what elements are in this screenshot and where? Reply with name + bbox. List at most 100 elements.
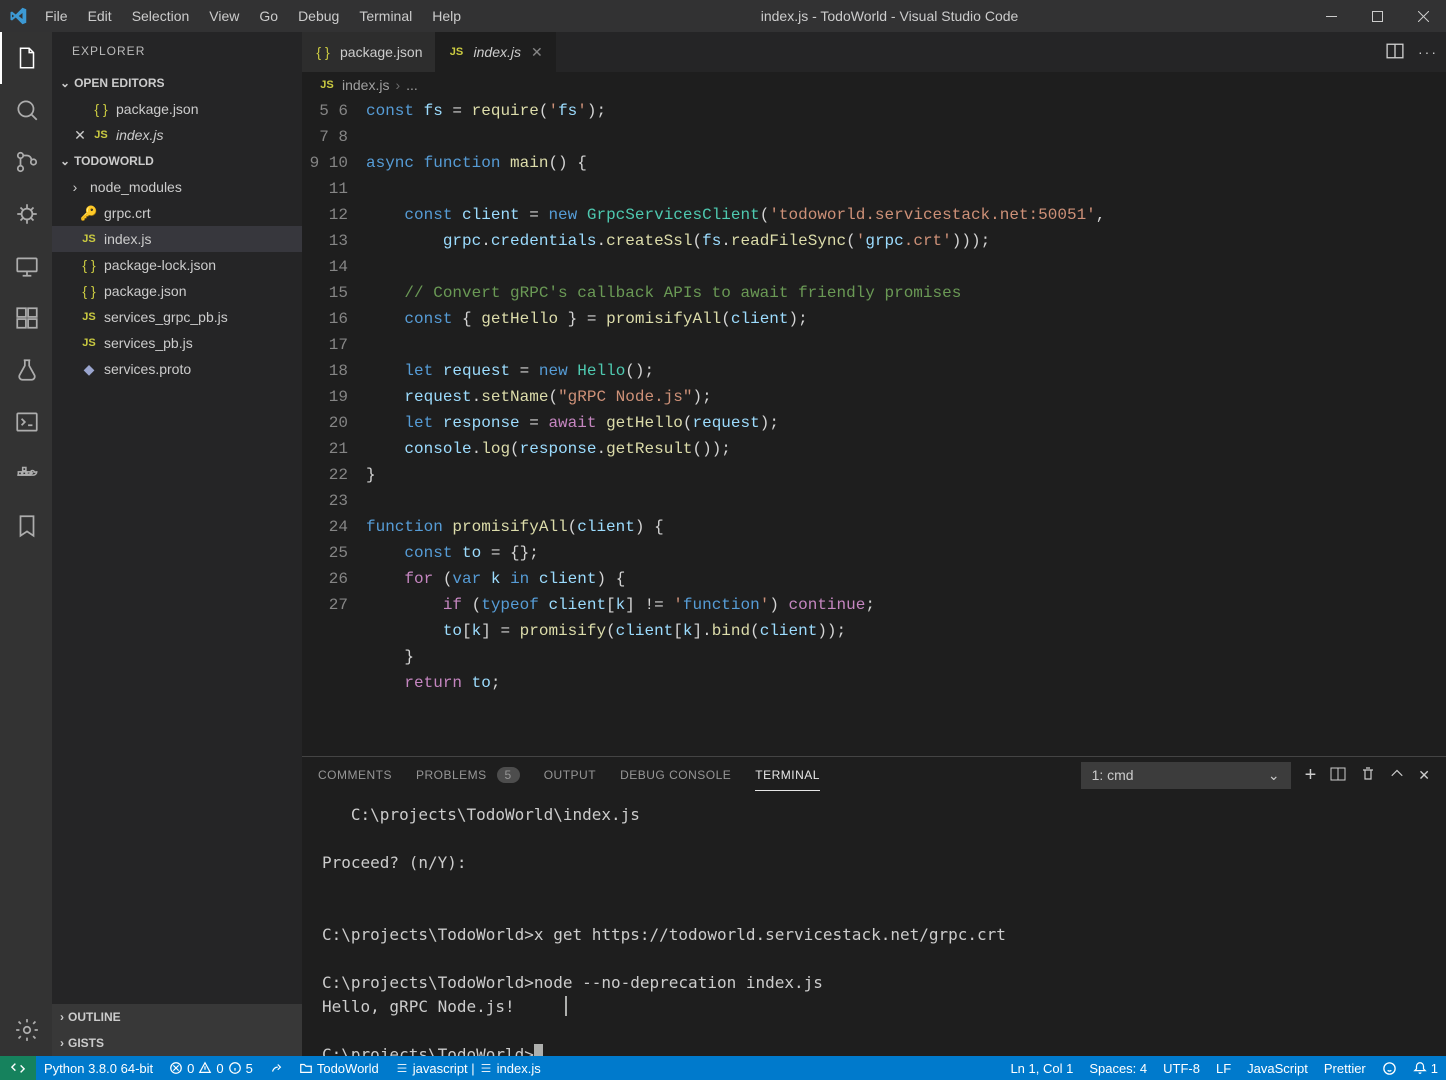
status-cursor[interactable]: Ln 1, Col 1 bbox=[1002, 1056, 1081, 1080]
status-language[interactable]: JavaScript bbox=[1239, 1056, 1316, 1080]
activity-scm[interactable] bbox=[0, 136, 52, 188]
file-label: services_pb.js bbox=[104, 335, 193, 351]
file-services-proto[interactable]: ◆ services.proto bbox=[52, 356, 302, 382]
json-icon: { } bbox=[314, 44, 332, 60]
status-feedback-icon[interactable] bbox=[1374, 1056, 1405, 1080]
tab-index-js[interactable]: JS index.js ✕ bbox=[436, 32, 556, 72]
activity-bookmark[interactable] bbox=[0, 500, 52, 552]
code-content[interactable]: const fs = require('fs'); async function… bbox=[366, 98, 1446, 756]
activity-docker[interactable] bbox=[0, 448, 52, 500]
menu-edit[interactable]: Edit bbox=[78, 0, 122, 32]
status-spaces[interactable]: Spaces: 4 bbox=[1081, 1056, 1155, 1080]
panel-tab-problems[interactable]: PROBLEMS 5 bbox=[416, 760, 520, 790]
gists-section[interactable]: › GISTS bbox=[52, 1030, 302, 1056]
activity-search[interactable] bbox=[0, 84, 52, 136]
errors-count: 0 bbox=[187, 1061, 194, 1076]
status-eol[interactable]: LF bbox=[1208, 1056, 1239, 1080]
maximize-panel-icon[interactable] bbox=[1390, 767, 1404, 784]
file-label: node_modules bbox=[90, 179, 182, 195]
file-label: index.js bbox=[104, 231, 151, 247]
code-editor[interactable]: 5 6 7 8 9 10 11 12 13 14 15 16 17 18 19 … bbox=[302, 98, 1446, 756]
activity-extensions[interactable] bbox=[0, 292, 52, 344]
remote-indicator[interactable] bbox=[0, 1056, 36, 1080]
vscode-logo-icon bbox=[0, 7, 35, 25]
panel-tab-output[interactable]: OUTPUT bbox=[544, 760, 596, 790]
status-encoding[interactable]: UTF-8 bbox=[1155, 1056, 1208, 1080]
menu-debug[interactable]: Debug bbox=[288, 0, 349, 32]
minimize-button[interactable] bbox=[1308, 0, 1354, 32]
terminal-select-value: 1: cmd bbox=[1092, 767, 1134, 783]
panel-tab-comments[interactable]: COMMENTS bbox=[318, 760, 392, 790]
new-terminal-icon[interactable]: + bbox=[1305, 764, 1317, 787]
status-python[interactable]: Python 3.8.0 64-bit bbox=[36, 1056, 161, 1080]
more-icon[interactable]: ··· bbox=[1418, 44, 1438, 60]
menu-terminal[interactable]: Terminal bbox=[349, 0, 422, 32]
open-editor-package-json[interactable]: { } package.json bbox=[52, 96, 302, 122]
activity-testing[interactable] bbox=[0, 344, 52, 396]
file-label: package-lock.json bbox=[104, 257, 216, 273]
tab-package-json[interactable]: { } package.json bbox=[302, 32, 436, 72]
open-editors-section[interactable]: ⌄ OPEN EDITORS bbox=[52, 70, 302, 96]
js-icon: JS bbox=[448, 46, 466, 58]
editor-tabs: { } package.json JS index.js ✕ ··· bbox=[302, 32, 1446, 72]
open-editors-label: OPEN EDITORS bbox=[74, 76, 164, 90]
file-grpc-crt[interactable]: 🔑 grpc.crt bbox=[52, 200, 302, 226]
status-problems[interactable]: 0 0 5 bbox=[161, 1056, 261, 1080]
panel-tab-debug[interactable]: DEBUG CONSOLE bbox=[620, 760, 731, 790]
file-services-grpc-pb[interactable]: JS services_grpc_pb.js bbox=[52, 304, 302, 330]
activity-debug[interactable] bbox=[0, 188, 52, 240]
trash-icon[interactable] bbox=[1360, 766, 1376, 785]
menu-file[interactable]: File bbox=[35, 0, 78, 32]
chevron-down-icon: ⌄ bbox=[60, 76, 70, 90]
status-live-share[interactable] bbox=[261, 1056, 291, 1080]
chevron-right-icon: › bbox=[60, 1010, 64, 1024]
explorer-sidebar: EXPLORER ⌄ OPEN EDITORS { } package.json… bbox=[52, 32, 302, 1056]
file-label: package.json bbox=[116, 101, 199, 117]
chevron-down-icon: ⌄ bbox=[1268, 767, 1280, 784]
status-bar: Python 3.8.0 64-bit 0 0 5 TodoWorld java… bbox=[0, 1056, 1446, 1080]
open-editor-index-js[interactable]: ✕ JS index.js bbox=[52, 122, 302, 148]
panel-tab-label: PROBLEMS bbox=[416, 768, 487, 782]
split-editor-icon[interactable] bbox=[1386, 42, 1404, 63]
close-panel-icon[interactable]: ✕ bbox=[1418, 767, 1430, 784]
activity-settings[interactable] bbox=[0, 1004, 52, 1056]
terminal-output[interactable]: C:\projects\TodoWorld\index.js Proceed? … bbox=[302, 793, 1446, 1056]
json-icon: { } bbox=[80, 283, 98, 299]
terminal-select[interactable]: 1: cmd ⌄ bbox=[1081, 762, 1291, 789]
panel-tab-terminal[interactable]: TERMINAL bbox=[755, 760, 820, 791]
activity-remote[interactable] bbox=[0, 240, 52, 292]
maximize-button[interactable] bbox=[1354, 0, 1400, 32]
menu-selection[interactable]: Selection bbox=[122, 0, 200, 32]
js-icon: JS bbox=[80, 337, 98, 349]
close-icon[interactable]: ✕ bbox=[531, 44, 543, 61]
project-name: TodoWorld bbox=[317, 1061, 379, 1076]
file-package-json[interactable]: { } package.json bbox=[52, 278, 302, 304]
file-tree: › node_modules 🔑 grpc.crt JS index.js { … bbox=[52, 174, 302, 1004]
close-button[interactable] bbox=[1400, 0, 1446, 32]
file-services-pb[interactable]: JS services_pb.js bbox=[52, 330, 302, 356]
file-package-lock[interactable]: { } package-lock.json bbox=[52, 252, 302, 278]
activity-explorer[interactable] bbox=[0, 32, 52, 84]
status-scope[interactable]: javascript | index.js bbox=[387, 1056, 549, 1080]
close-icon[interactable]: ✕ bbox=[72, 127, 88, 144]
sidebar-title: EXPLORER bbox=[52, 32, 302, 70]
split-terminal-icon[interactable] bbox=[1330, 766, 1346, 785]
outline-section[interactable]: › OUTLINE bbox=[52, 1004, 302, 1030]
bottom-panel: COMMENTS PROBLEMS 5 OUTPUT DEBUG CONSOLE… bbox=[302, 756, 1446, 1056]
status-formatter[interactable]: Prettier bbox=[1316, 1056, 1374, 1080]
file-index-js[interactable]: JS index.js bbox=[52, 226, 302, 252]
editor-area: { } package.json JS index.js ✕ ··· JS in… bbox=[302, 32, 1446, 1056]
folder-node-modules[interactable]: › node_modules bbox=[52, 174, 302, 200]
file-label: grpc.crt bbox=[104, 205, 151, 221]
status-project[interactable]: TodoWorld bbox=[291, 1056, 387, 1080]
proto-icon: ◆ bbox=[80, 361, 98, 378]
project-section[interactable]: ⌄ TODOWORLD bbox=[52, 148, 302, 174]
menu-go[interactable]: Go bbox=[249, 0, 288, 32]
file-label: services.proto bbox=[104, 361, 191, 377]
menu-help[interactable]: Help bbox=[422, 0, 471, 32]
status-bell-icon[interactable]: 1 bbox=[1405, 1056, 1446, 1080]
breadcrumb[interactable]: JS index.js › ... bbox=[302, 72, 1446, 98]
menu-view[interactable]: View bbox=[199, 0, 249, 32]
activity-console[interactable] bbox=[0, 396, 52, 448]
panel-tabs: COMMENTS PROBLEMS 5 OUTPUT DEBUG CONSOLE… bbox=[302, 757, 1446, 793]
